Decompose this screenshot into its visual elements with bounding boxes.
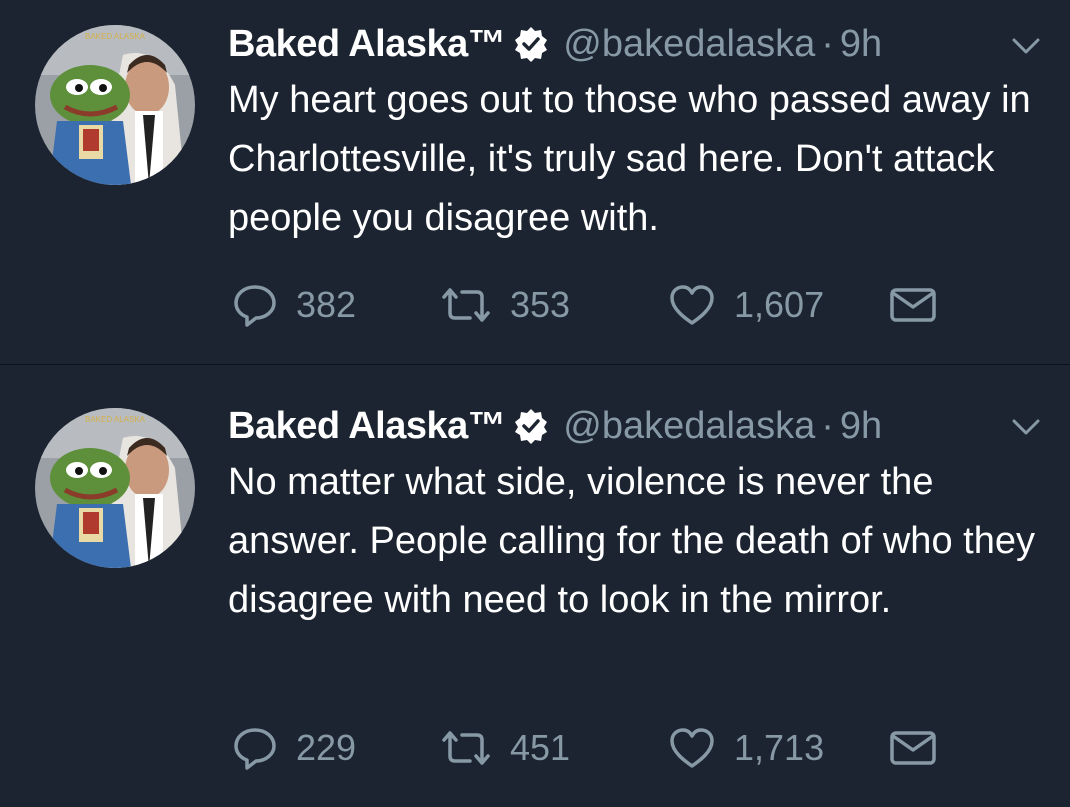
author-name[interactable]: Baked Alaska™ bbox=[228, 23, 506, 66]
tweet[interactable]: BAKED ALASKA Baked Alaska™ @bakedalaska bbox=[0, 365, 1070, 807]
avatar[interactable]: BAKED ALASKA bbox=[35, 25, 195, 185]
retweet-icon bbox=[442, 288, 490, 322]
avatar-logo-text: BAKED ALASKA bbox=[85, 32, 146, 41]
tweet[interactable]: BAKED ALASKA Baked Alaska™ @bakedalaska bbox=[0, 0, 1070, 364]
like-button[interactable]: 1,713 bbox=[668, 723, 824, 773]
direct-message-button[interactable] bbox=[888, 280, 938, 330]
avatar-image: BAKED ALASKA bbox=[35, 25, 195, 185]
verified-badge-icon bbox=[513, 26, 549, 62]
separator-dot: · bbox=[821, 22, 834, 65]
retweet-count: 353 bbox=[510, 284, 571, 325]
heart-icon bbox=[670, 285, 714, 325]
like-count: 1,713 bbox=[734, 727, 825, 768]
verified-badge-icon bbox=[513, 408, 549, 444]
tweet-text: No matter what side, violence is never t… bbox=[228, 461, 1035, 621]
author-handle[interactable]: @bakedalaska bbox=[563, 23, 815, 66]
reply-count: 229 bbox=[296, 727, 357, 768]
retweet-count: 451 bbox=[510, 727, 571, 768]
timestamp[interactable]: 9h bbox=[840, 405, 882, 448]
reply-bubble-icon bbox=[234, 728, 276, 770]
retweet-button[interactable]: 451 bbox=[440, 723, 570, 773]
tweet-header: Baked Alaska™ @bakedalaska · 9h bbox=[228, 22, 882, 66]
reply-bubble-icon bbox=[234, 285, 276, 327]
like-count: 1,607 bbox=[734, 284, 825, 325]
avatar-logo-text: BAKED ALASKA bbox=[85, 415, 146, 424]
retweet-icon bbox=[442, 731, 490, 765]
direct-message-button[interactable] bbox=[888, 723, 938, 773]
chevron-down-icon[interactable] bbox=[1006, 415, 1046, 439]
tweet-text: My heart goes out to those who passed aw… bbox=[228, 79, 1031, 239]
envelope-icon bbox=[890, 731, 936, 765]
timestamp[interactable]: 9h bbox=[840, 23, 882, 66]
reply-button[interactable]: 229 bbox=[232, 723, 356, 773]
separator-dot: · bbox=[821, 404, 834, 447]
avatar[interactable]: BAKED ALASKA bbox=[35, 408, 195, 568]
heart-icon bbox=[670, 728, 714, 768]
retweet-button[interactable]: 353 bbox=[440, 280, 570, 330]
chevron-down-icon[interactable] bbox=[1006, 34, 1046, 58]
tweet-header: Baked Alaska™ @bakedalaska · 9h bbox=[228, 404, 882, 448]
reply-count: 382 bbox=[296, 284, 357, 325]
avatar-image: BAKED ALASKA bbox=[35, 408, 195, 568]
envelope-icon bbox=[890, 288, 936, 322]
like-button[interactable]: 1,607 bbox=[668, 280, 824, 330]
reply-button[interactable]: 382 bbox=[232, 280, 356, 330]
author-name[interactable]: Baked Alaska™ bbox=[228, 405, 506, 448]
author-handle[interactable]: @bakedalaska bbox=[563, 405, 815, 448]
